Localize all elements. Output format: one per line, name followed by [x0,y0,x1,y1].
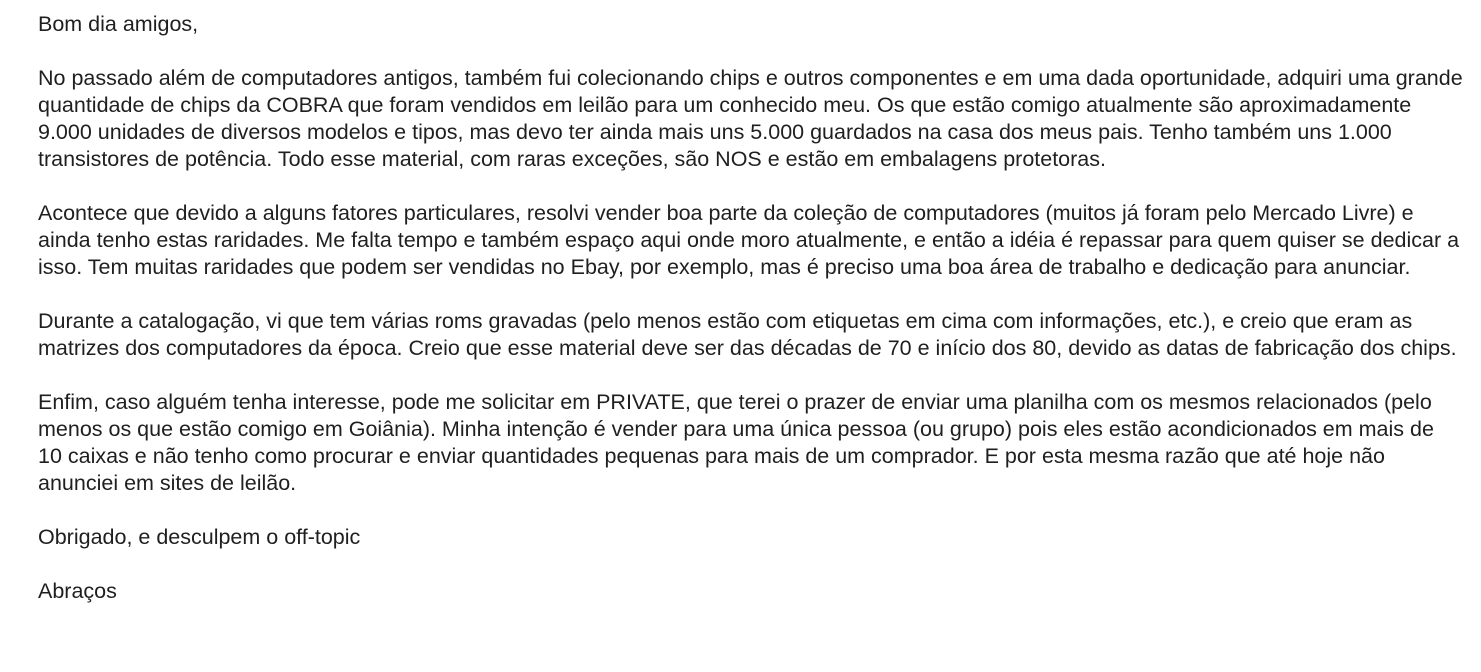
paragraph-selling-reason: Acontece que devido a alguns fatores par… [38,201,1460,279]
greeting: Bom dia amigos, [38,12,199,36]
signoff: Abraços [38,579,117,603]
paragraph-cataloging: Durante a catalogação, vi que tem várias… [38,309,1457,360]
message-body: Bom dia amigos, No passado além de compu… [38,11,1463,605]
paragraph-chips-collection: No passado além de computadores antigos,… [38,66,1463,171]
closing: Obrigado, e desculpem o off-topic [38,525,361,549]
paragraph-contact: Enfim, caso alguém tenha interesse, pode… [38,390,1434,495]
